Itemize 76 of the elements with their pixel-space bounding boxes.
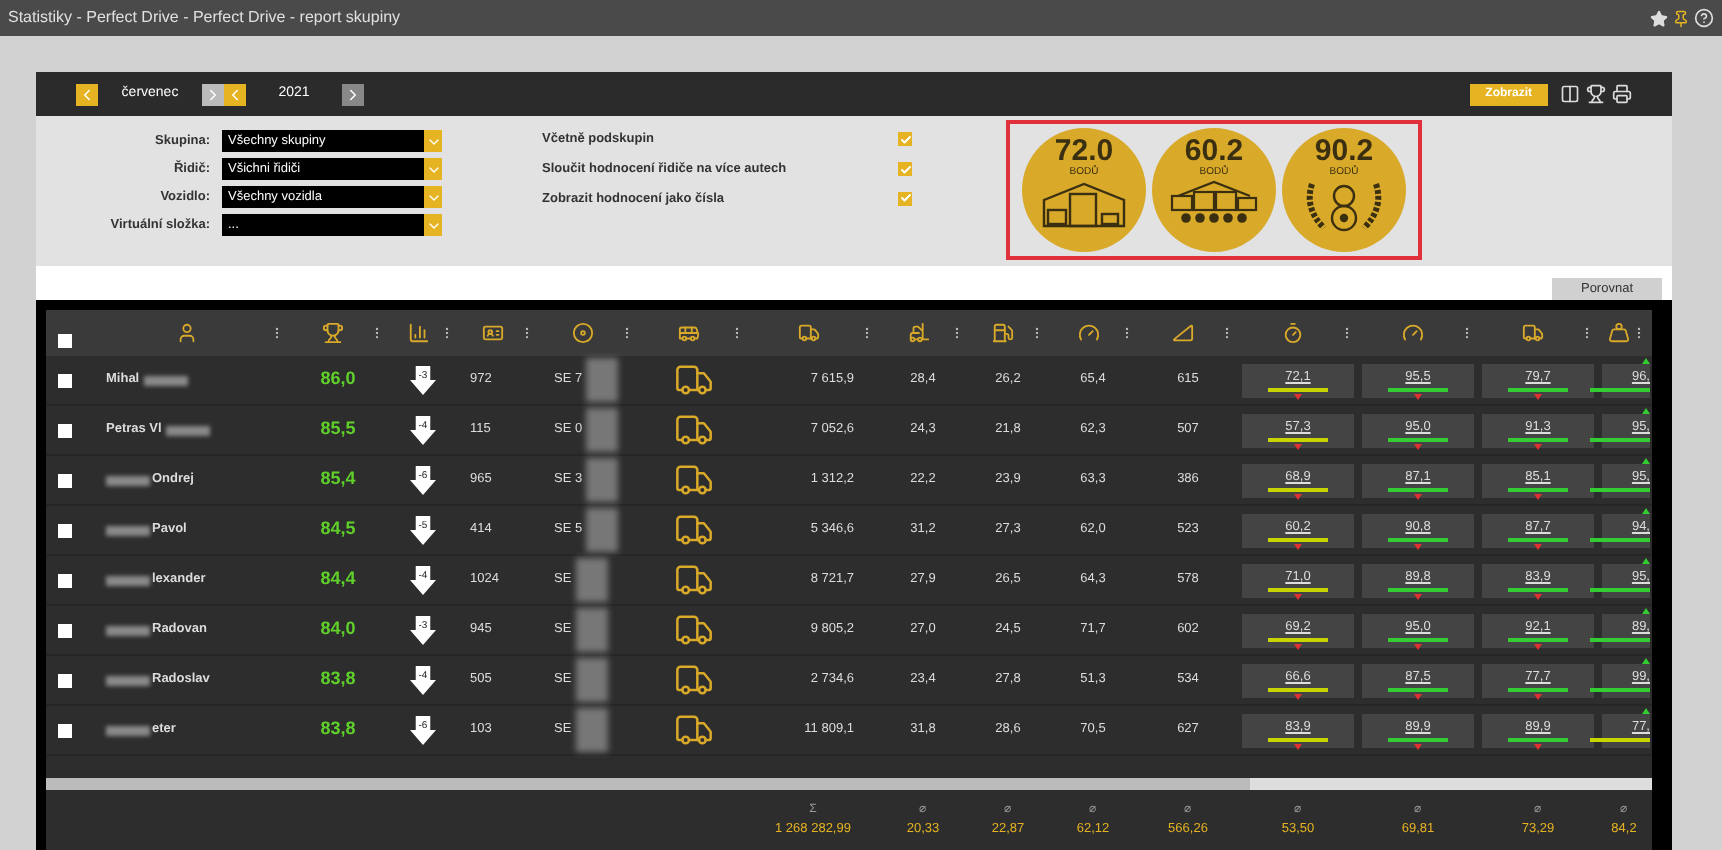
driver-score: 83,8 <box>318 716 358 743</box>
row-checkbox[interactable] <box>58 723 72 737</box>
help-icon[interactable] <box>1694 8 1714 28</box>
truck-icon <box>673 460 713 500</box>
next-month-button[interactable] <box>202 83 224 105</box>
truck-icon <box>673 610 713 650</box>
option-checkbox[interactable] <box>898 132 912 147</box>
row-checkbox[interactable] <box>58 673 72 687</box>
weight-icon <box>1608 322 1630 344</box>
id-card-icon <box>482 322 504 344</box>
redacted-plate-block <box>586 508 619 552</box>
truck-icon <box>673 510 713 550</box>
chevron-left-icon <box>78 85 96 103</box>
gauge-icon <box>1402 322 1424 344</box>
previous-year-button[interactable] <box>224 83 246 105</box>
chevron-left-icon <box>226 85 244 103</box>
trophy-icon[interactable] <box>1586 84 1606 104</box>
driver-score: 83,8 <box>318 666 358 693</box>
redacted-plate-block <box>575 608 608 652</box>
horizontal-scrollbar[interactable] <box>46 778 1652 790</box>
redacted-plate-block <box>575 708 608 752</box>
fleet-vehicles-drawing <box>1170 180 1258 212</box>
person-icon <box>175 322 197 344</box>
chevron-right-icon <box>344 85 362 103</box>
columns-icon[interactable] <box>1560 84 1580 104</box>
redacted-plate-block <box>586 358 619 402</box>
row-checkbox[interactable] <box>58 423 72 437</box>
truck-icon <box>673 360 713 400</box>
truck-icon <box>673 410 713 450</box>
bus-icon <box>677 322 699 344</box>
redacted-plate-block <box>575 658 608 702</box>
truck-icon <box>673 710 713 750</box>
driver-score: 86,0 <box>318 366 358 393</box>
bar-chart-icon <box>407 322 429 344</box>
scrollbar-thumb[interactable] <box>46 778 1251 790</box>
driver-score: 84,0 <box>318 616 358 643</box>
truck-icon <box>1522 322 1544 344</box>
truck-icon <box>673 560 713 600</box>
window-title: Statistiky - Perfect Drive - Perfect Drive - report skupiny <box>8 6 401 30</box>
truck-icon <box>797 322 819 344</box>
badge-score: 72.0 <box>1054 136 1114 166</box>
print-icon[interactable] <box>1612 84 1632 104</box>
driver-score: 84,5 <box>318 516 358 543</box>
disc-icon <box>572 322 594 344</box>
row-checkbox[interactable] <box>58 573 72 587</box>
slope-icon <box>1172 322 1194 344</box>
badge-score: 90.2 <box>1314 136 1374 166</box>
pin-icon[interactable] <box>1672 9 1690 27</box>
redacted-plate-block <box>586 458 619 502</box>
truck-icon <box>673 660 713 700</box>
driver-score: 85,4 <box>318 466 358 493</box>
forklift-icon <box>907 322 929 344</box>
gauge-icon <box>1077 322 1099 344</box>
option-checkbox[interactable] <box>898 162 912 177</box>
star-icon[interactable] <box>1650 9 1668 27</box>
redacted-plate-block <box>586 408 619 452</box>
chevron-right-icon <box>204 85 222 103</box>
driver-score: 84,4 <box>318 566 358 593</box>
fuel-icon <box>992 322 1014 344</box>
row-checkbox[interactable] <box>58 373 72 387</box>
timer-icon <box>1282 322 1304 344</box>
badge-score: 60.2 <box>1184 136 1244 166</box>
redacted-plate-block <box>575 558 608 602</box>
driver-score: 85,5 <box>318 416 358 443</box>
row-checkbox[interactable] <box>58 473 72 487</box>
next-year-button[interactable] <box>342 83 364 105</box>
option-checkbox[interactable] <box>898 191 912 206</box>
trophy-icon <box>322 322 344 344</box>
check-icon <box>899 192 911 205</box>
row-checkbox[interactable] <box>58 623 72 637</box>
row-checkbox[interactable] <box>58 523 72 537</box>
check-icon <box>899 133 911 146</box>
check-icon <box>899 163 911 176</box>
garage-trucks-drawing <box>1042 180 1126 228</box>
select-all-checkbox[interactable] <box>58 334 72 348</box>
previous-month-button[interactable] <box>76 83 98 105</box>
